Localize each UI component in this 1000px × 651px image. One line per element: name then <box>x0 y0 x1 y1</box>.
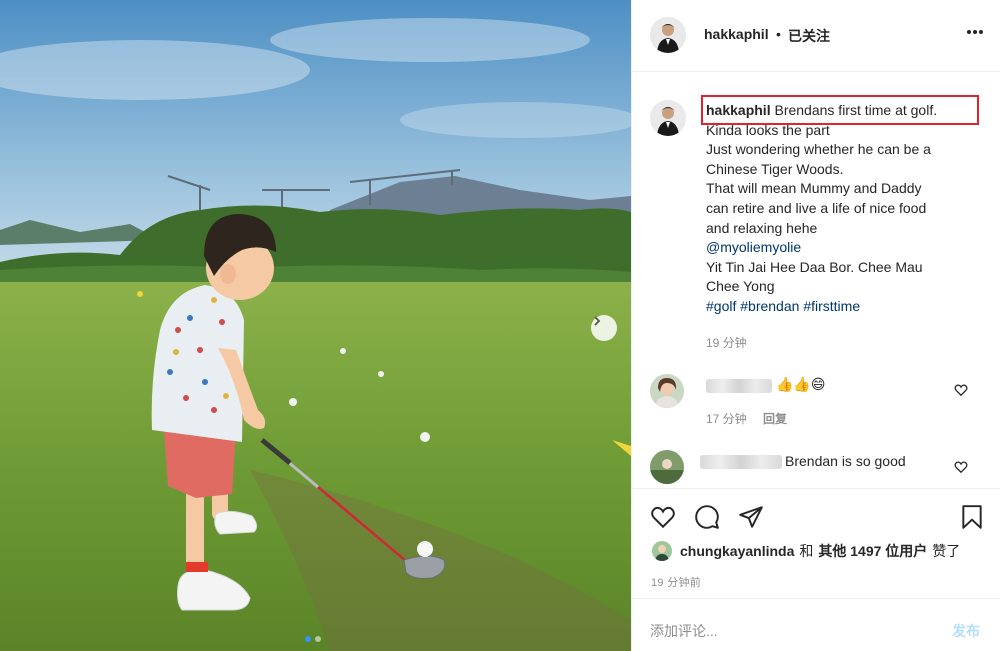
likes-conjunction: 和 <box>799 543 814 559</box>
caption-hashtags: #golf #brendan #firsttime <box>706 297 986 317</box>
post-comment-button[interactable]: 发布 <box>952 621 980 641</box>
heart-icon <box>954 384 968 397</box>
bookmark-icon <box>962 505 982 529</box>
follow-status-button[interactable]: 已关注 <box>788 26 830 46</box>
hashtag-link[interactable]: #firsttime <box>803 298 860 314</box>
heart-icon <box>954 461 968 474</box>
caption-username[interactable]: hakkaphil <box>706 102 771 118</box>
heart-icon <box>651 506 675 529</box>
comment-text: Brendan is so good <box>785 453 906 469</box>
hashtag-link[interactable]: #golf <box>706 298 736 314</box>
comments-section[interactable]: hakkaphil Brendans first time at golf. K… <box>632 73 1000 487</box>
caption-line: Chinese Tiger Woods. <box>706 160 844 177</box>
next-photo-button[interactable] <box>591 315 617 341</box>
comment-button[interactable] <box>694 504 720 535</box>
post-header: hakkaphil • 已关注 <box>632 0 1000 72</box>
header-separator: • <box>776 26 781 42</box>
reply-button[interactable]: 回复 <box>763 410 787 427</box>
post-side-panel: hakkaphil • 已关注 hakkaphil Brendans first… <box>631 0 1000 651</box>
commenter-avatar[interactable] <box>650 450 684 484</box>
caption-text-first: Brendans first time at golf. <box>774 102 938 118</box>
comment-input[interactable]: 添加评论... <box>650 621 718 641</box>
likes-count-link[interactable]: 其他 1497 位用户 <box>818 541 927 561</box>
share-button[interactable] <box>738 504 764 535</box>
carousel-indicator <box>305 636 321 642</box>
likes-suffix: 赞了 <box>932 543 961 559</box>
caption-line: and relaxing hehe <box>706 219 818 236</box>
add-comment-bar: 添加评论... 发布 <box>632 598 1000 651</box>
caption-author-avatar[interactable] <box>650 100 686 136</box>
author-username[interactable]: hakkaphil <box>704 26 769 42</box>
commenter-avatar[interactable] <box>650 374 684 408</box>
liker-avatar[interactable] <box>652 541 672 561</box>
carousel-dot-active <box>305 636 311 642</box>
more-options-button[interactable] <box>965 22 985 47</box>
hashtag-link[interactable]: #brendan <box>740 298 799 314</box>
caption-line: can retire and live a life of nice food <box>706 199 927 216</box>
caption-line: Yit Tin Jai Hee Daa Bor. Chee Mau <box>706 258 923 275</box>
caption-line: Just wondering whether he can be a <box>706 141 931 158</box>
carousel-dot <box>315 636 321 642</box>
caption-line: Chee Yong <box>706 278 775 295</box>
blurred-commenter-name <box>700 455 782 469</box>
caption-mention-link[interactable]: @myoliemyolie <box>706 238 986 258</box>
post-photo[interactable] <box>0 0 631 651</box>
like-button[interactable] <box>650 504 676 535</box>
liker-username[interactable]: chungkayanlinda <box>680 543 794 559</box>
chevron-right-icon <box>594 316 601 326</box>
post-caption: hakkaphil Brendans first time at golf. K… <box>706 101 986 317</box>
blurred-commenter-name <box>706 379 772 393</box>
caption-first-line: hakkaphil Brendans first time at golf. <box>706 101 986 121</box>
share-icon <box>739 506 763 528</box>
more-icon <box>967 30 983 34</box>
like-comment-button[interactable] <box>954 383 968 402</box>
comment-icon <box>695 505 719 529</box>
caption-line: That will mean Mummy and Daddy <box>706 180 922 197</box>
caption-timestamp: 19 分钟 <box>706 336 747 350</box>
like-comment-button[interactable] <box>954 460 968 479</box>
comment-text: 👍👍😄 <box>776 376 826 392</box>
photo-image <box>0 0 631 651</box>
author-avatar[interactable] <box>650 17 686 53</box>
likes-summary: chungkayanlinda 和 其他 1497 位用户 赞了 <box>652 541 960 561</box>
post-timestamp: 19 分钟前 <box>651 577 702 589</box>
caption-line: Kinda looks the part <box>706 121 830 138</box>
comment-timestamp: 17 分钟 <box>706 412 747 426</box>
save-button[interactable] <box>960 504 984 535</box>
